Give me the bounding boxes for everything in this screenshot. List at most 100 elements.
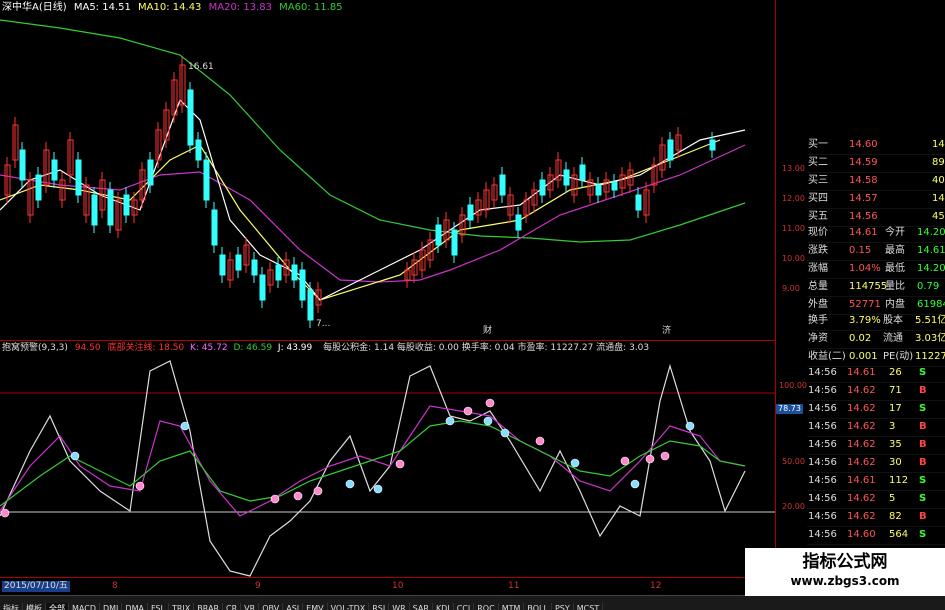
price-chart[interactable] [0,0,775,340]
quote-label: 最高 [885,245,905,256]
candle-down [709,139,716,151]
tick-side: B [919,385,927,396]
fund-label: 换手 [808,315,828,326]
indicator-chart[interactable] [0,340,775,578]
sell-signal-marker [500,428,510,438]
bid-price: 14.56 [849,211,878,222]
quote-label: 总量 [808,281,828,292]
candle-down [299,269,306,301]
tick-time: 14:56 [808,403,837,414]
candle-down [563,169,570,186]
candle-down [251,259,258,276]
order-book-row: 买二 14.59 89 [807,155,945,173]
fund-label: 股本 [883,315,903,326]
sell-signal-marker [445,416,455,426]
candle-down [467,204,474,221]
bid-price: 14.58 [849,175,878,186]
buy-signal-marker [660,451,670,461]
candle-down [187,89,194,146]
fund-value: 3.03亿 [915,333,945,344]
tick-row: 14:56 14.60 564 S [807,527,945,545]
buy-signal-marker [395,459,405,469]
fund-table: 换手 3.79% 股本 5.51亿 净资 0.02 流通 3.03亿 收益(二) 0.001 PE(… [807,313,945,367]
price-tick: 11.00 [782,224,805,233]
price-tick: 9.00 [782,284,800,293]
quote-value: 0.79 [917,281,940,292]
quote-value: 14.20 [917,263,945,274]
tick-time: 14:56 [808,439,837,450]
candle-down [307,289,314,321]
bid-label: 买一 [808,139,828,150]
candle-down [51,159,58,181]
month-label: 9 [255,581,261,591]
candle-down [595,184,602,196]
event-marker-ji: 济 [662,326,672,336]
indicator-tick: 50.00 [782,457,805,466]
tick-time: 14:56 [808,457,837,468]
fund-label: 流通 [883,333,903,344]
bid-price: 14.60 [849,139,878,150]
indicator-tab-bar: 指标 模板 全部 MACD DMI DMA FSL TRIX BRAR CR VR OBV ASI EMV… [0,595,945,610]
buy-signal-marker [135,481,145,491]
tick-row: 14:56 14.62 3 B [807,419,945,437]
price-tick: 10.00 [782,254,805,263]
price-axis: 13.00 12.00 11.00 10.00 9.00 [775,0,808,340]
fund-label: 净资 [808,333,828,344]
tick-time: 14:56 [808,367,837,378]
tick-volume: 3 [889,421,896,432]
bid-volume: 144 [932,139,945,150]
fund-label: 收益(二) [808,351,846,362]
indicator-axis: 100.00 78.73 50.00 20.00 [775,340,808,577]
sell-signal-marker [570,458,580,468]
sell-signal-marker [180,421,190,431]
candle-down [611,181,618,191]
indicator-tick: 20.00 [782,502,805,511]
tick-time: 14:56 [808,385,837,396]
candle-down [435,224,442,246]
tick-volume: 30 [889,457,902,468]
tick-side: B [919,421,927,432]
candle-down [211,209,218,246]
candle-down [635,194,642,211]
candle-down [91,194,98,226]
indicator-current: 78.73 [776,404,803,414]
quote-label: 量比 [885,281,905,292]
order-book-row: 买一 14.60 144 [807,137,945,155]
tick-side: S [919,475,927,486]
tick-time: 14:56 [808,475,837,486]
candle-down [515,214,522,231]
tick-volume: 564 [889,529,909,540]
tick-side: B [919,511,927,522]
bid-label: 买三 [808,175,828,186]
quote-label: 内盘 [885,299,905,310]
fund-value: 3.79% [849,315,881,326]
quote-value: 14.61 [917,245,945,256]
candle-down [451,229,458,256]
tick-row: 14:56 14.62 30 B [807,455,945,473]
buy-signal-marker [535,436,545,446]
event-marker-finance: 财 [483,326,493,336]
candle-down [123,194,130,216]
tick-row: 14:56 14.62 5 S [807,491,945,509]
tick-side: S [919,367,927,378]
sell-signal-marker [685,421,695,431]
date-start: 2015/07/10/五 [2,581,70,592]
sell-signal-marker [630,479,640,489]
fund-row: 换手 3.79% 股本 5.51亿 [807,313,945,331]
buy-signal-marker [620,456,630,466]
buy-signal-marker [485,398,495,408]
tick-volume: 71 [889,385,902,396]
buy-signal-marker [645,454,655,464]
bid-volume: 405 [932,175,945,186]
buy-signal-marker [0,508,10,518]
month-label: 11 [508,581,520,591]
bid-label: 买五 [808,211,828,222]
tick-side: B [919,439,927,450]
bid-volume: 45 [932,211,945,222]
bid-volume: 14 [932,193,945,204]
price-tick: 13.00 [782,164,805,173]
candle-down [195,139,202,161]
tick-volume: 17 [889,403,902,414]
quote-value: 1.04% [849,263,881,274]
quote-value: 61984 [917,299,945,310]
